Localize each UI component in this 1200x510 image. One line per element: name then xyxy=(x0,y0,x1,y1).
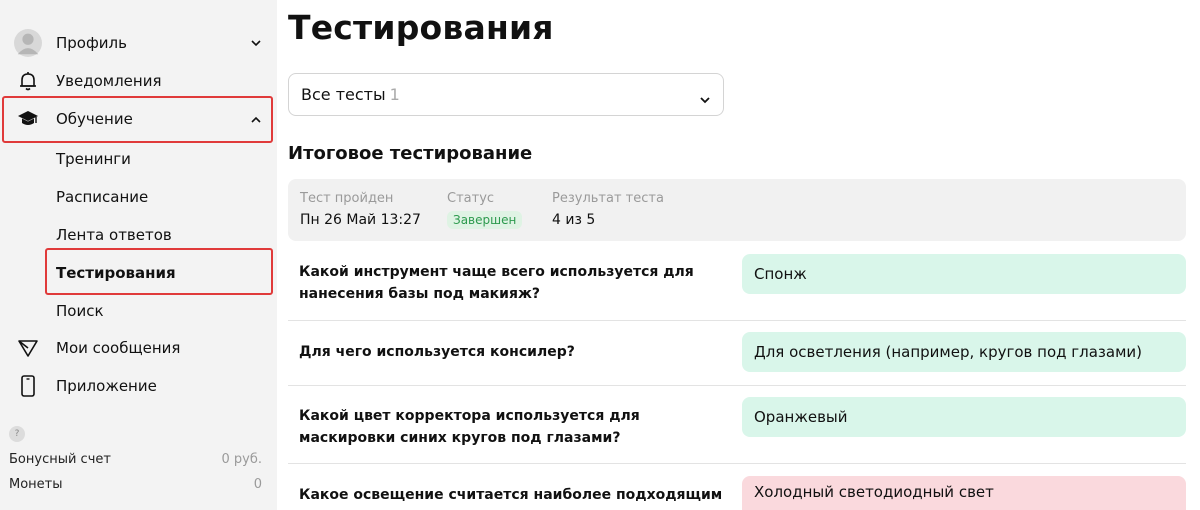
test-summary-card: Тест пройден Пн 26 Май 13:27 Статус Заве… xyxy=(288,179,1186,241)
answer-correct: Для осветления (например, кругов под гла… xyxy=(742,332,1186,372)
section-title: Итоговое тестирование xyxy=(288,143,533,164)
sidebar-item-label: Приложение xyxy=(56,377,157,395)
sidebar-item-learning[interactable]: Обучение xyxy=(0,100,277,138)
status-badge: Завершен xyxy=(447,211,523,229)
sidebar-subitem-trainings[interactable]: Тренинги xyxy=(0,140,277,178)
page-title: Тестирования xyxy=(288,8,554,47)
summary-passed: Тест пройден Пн 26 Май 13:27 xyxy=(300,191,421,228)
sidebar-subitem-label: Расписание xyxy=(56,188,149,206)
sidebar-item-label: Профиль xyxy=(56,34,127,52)
answer-correct: Спонж xyxy=(742,254,1186,294)
coins-row: Монеты 0 xyxy=(9,474,262,494)
sidebar-item-app[interactable]: Приложение xyxy=(0,367,277,405)
question-row: Какой цвет корректора используется для м… xyxy=(288,386,1186,464)
send-icon xyxy=(14,334,42,362)
summary-status: Статус Завершен xyxy=(447,191,523,229)
sidebar-subitem-label: Тренинги xyxy=(56,150,131,168)
question-text: Какое освещение считается наиболее подхо… xyxy=(299,487,723,503)
summary-label: Статус xyxy=(447,191,495,206)
sidebar-item-messages[interactable]: Мои сообщения xyxy=(0,329,277,367)
sidebar-subitem-answers-feed[interactable]: Лента ответов xyxy=(0,216,277,254)
tests-filter-select[interactable]: Все тесты 1 xyxy=(288,73,724,116)
sidebar-subitem-testing[interactable]: Тестирования xyxy=(0,254,277,292)
summary-label: Результат теста xyxy=(552,191,664,206)
chevron-up-icon[interactable] xyxy=(251,114,261,124)
sidebar-item-notifications[interactable]: Уведомления xyxy=(0,62,277,100)
question-row: Для чего используется консилер? Для осве… xyxy=(288,321,1186,386)
summary-value: 4 из 5 xyxy=(552,212,596,228)
bonus-account-row: Бонусный счет 0 руб. xyxy=(9,449,262,469)
bonus-value: 0 руб. xyxy=(221,451,263,467)
filter-count: 1 xyxy=(389,85,400,104)
summary-label: Тест пройден xyxy=(300,191,394,206)
sidebar-subitem-schedule[interactable]: Расписание xyxy=(0,178,277,216)
summary-value: Пн 26 Май 13:27 xyxy=(300,212,421,228)
sidebar-item-label: Мои сообщения xyxy=(56,339,181,357)
sidebar-item-label: Уведомления xyxy=(56,72,162,90)
question-text: Какой инструмент чаще всего используется… xyxy=(299,264,694,302)
sidebar-item-profile[interactable]: Профиль xyxy=(0,24,277,62)
coins-label: Монеты xyxy=(9,476,63,492)
sidebar: Профиль Уведомления Обучение Тренинги Ра… xyxy=(0,0,277,510)
bonus-label: Бонусный счет xyxy=(9,451,111,467)
sidebar-subitem-label: Лента ответов xyxy=(56,226,172,244)
answer-correct: Оранжевый xyxy=(742,397,1186,437)
coins-value: 0 xyxy=(253,476,262,492)
question-row: Какой инструмент чаще всего используется… xyxy=(288,251,1186,321)
summary-result: Результат теста 4 из 5 xyxy=(552,191,664,228)
chevron-down-icon xyxy=(699,90,711,104)
avatar-icon xyxy=(14,29,42,57)
phone-icon xyxy=(14,372,42,400)
help-icon[interactable]: ? xyxy=(9,426,25,442)
answer-wrong: Холодный светодиодный свет xyxy=(742,476,1186,510)
chevron-down-icon[interactable] xyxy=(251,38,261,48)
question-text: Для чего используется консилер? xyxy=(299,344,575,360)
filter-selected-value: Все тесты xyxy=(301,85,386,104)
sidebar-subitem-label: Тестирования xyxy=(56,264,176,282)
question-text: Какой цвет корректора используется для м… xyxy=(299,408,640,446)
question-row: Какое освещение считается наиболее подхо… xyxy=(288,464,1186,510)
sidebar-subitem-search[interactable]: Поиск xyxy=(0,292,277,330)
sidebar-item-label: Обучение xyxy=(56,110,133,128)
sidebar-subitem-label: Поиск xyxy=(56,302,104,320)
bell-icon xyxy=(14,67,42,95)
graduation-cap-icon xyxy=(14,105,42,133)
